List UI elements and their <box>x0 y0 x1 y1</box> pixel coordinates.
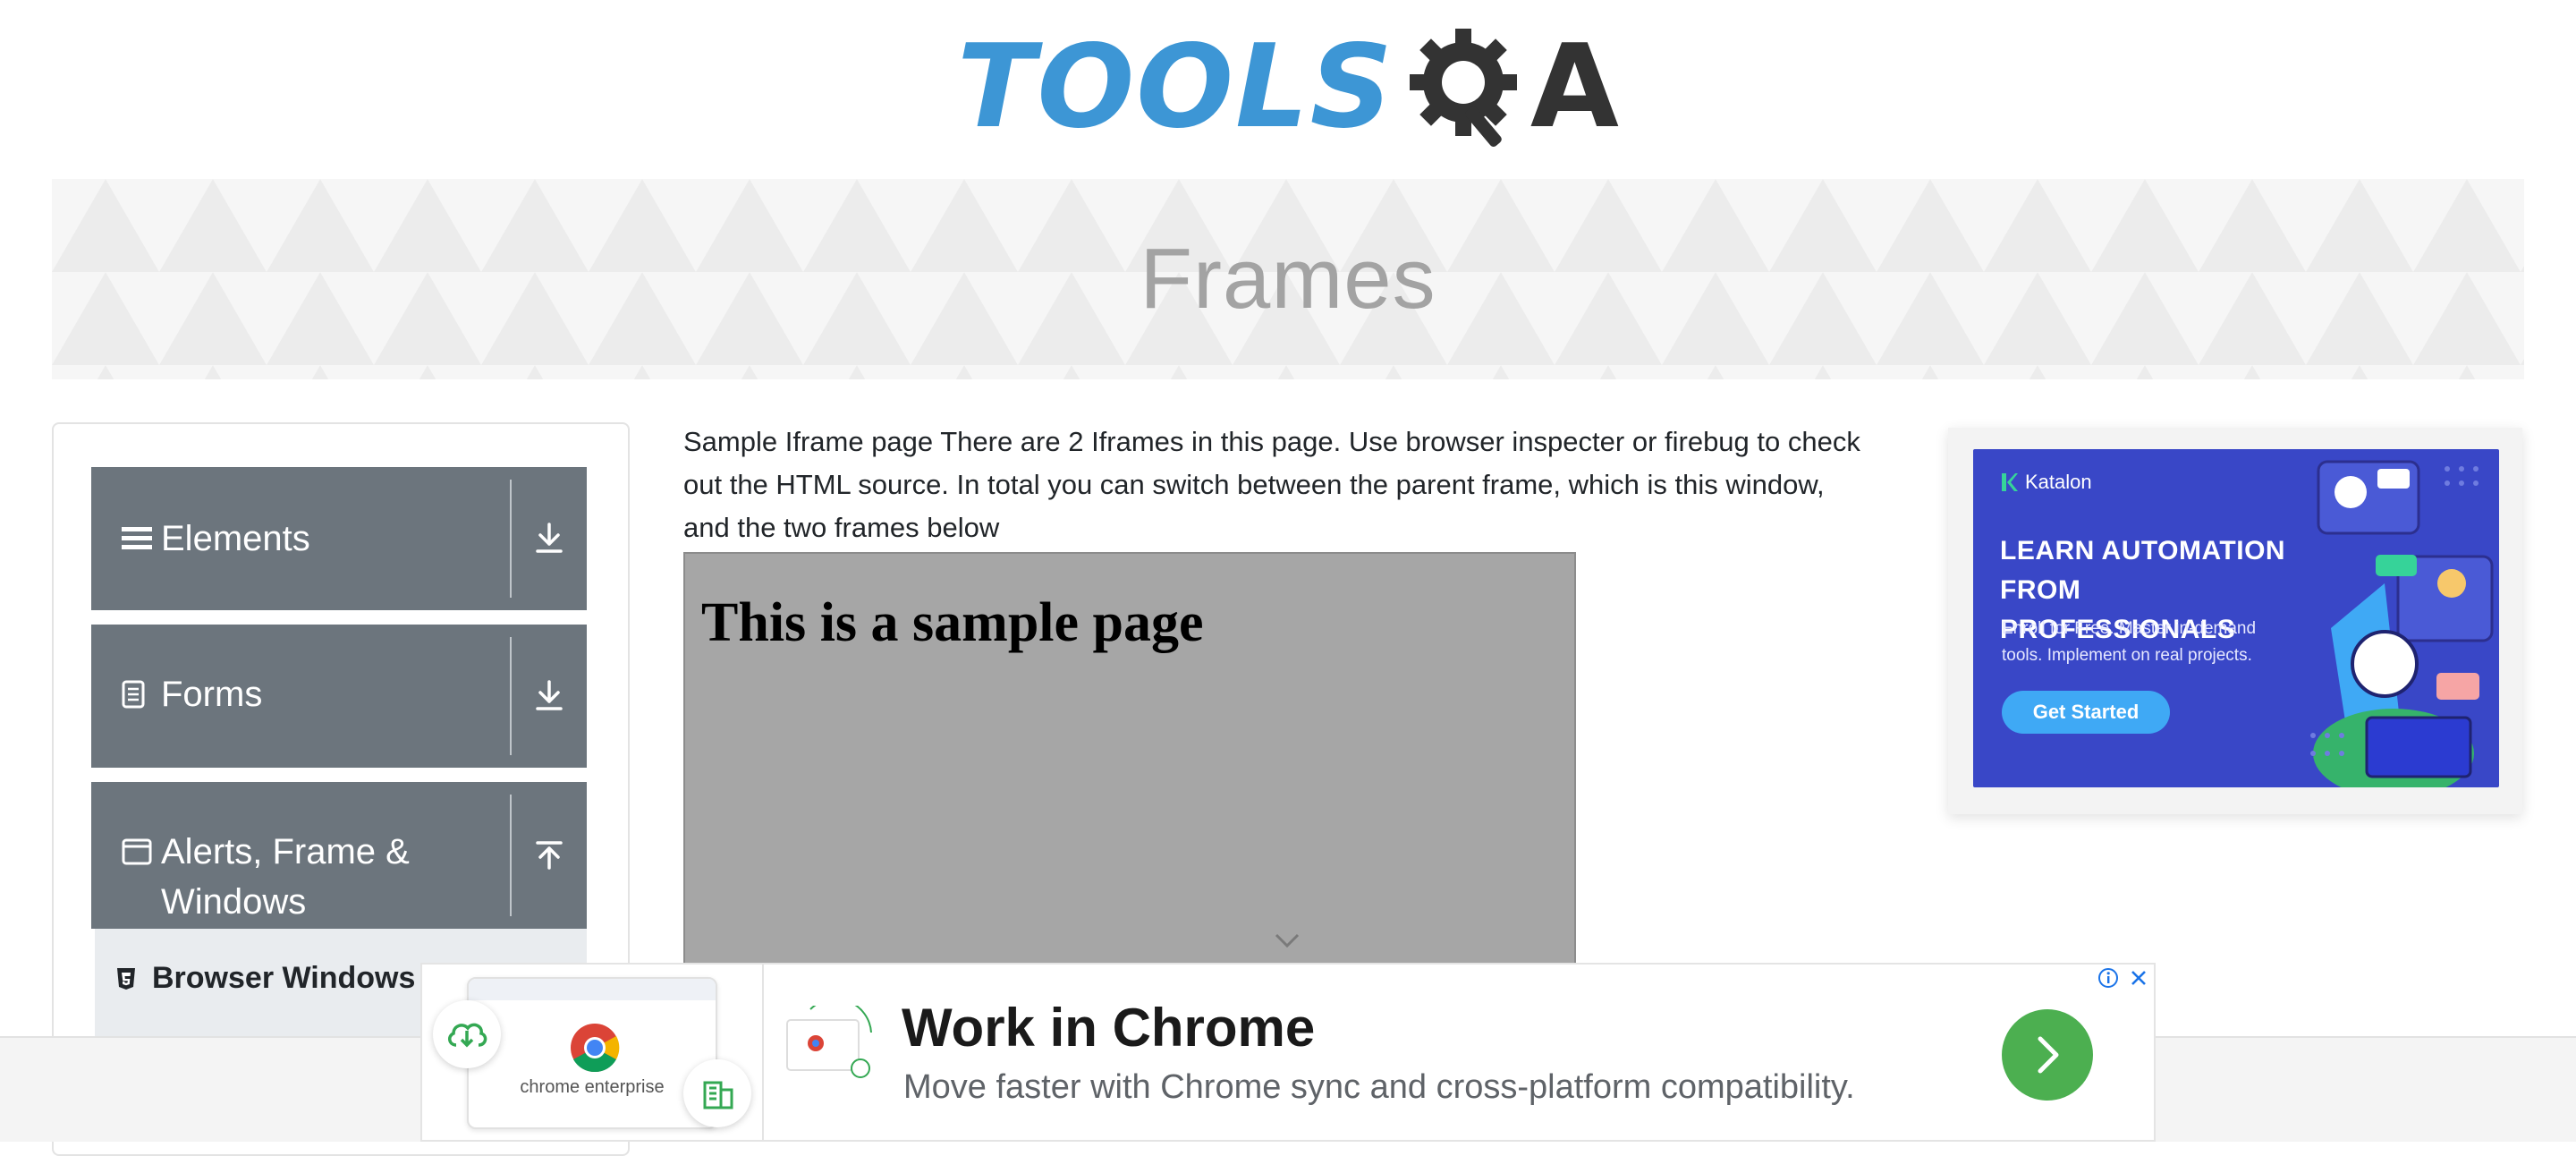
logo-suffix: A <box>1530 20 1619 154</box>
sidebar-group-forms[interactable]: Forms <box>91 625 587 768</box>
thumbnail-caption: chrome enterprise <box>520 1077 665 1097</box>
toolsqa-logo[interactable]: TOOLS A <box>957 21 1619 155</box>
sidebar-group-label: Alerts, Frame & Windows <box>161 832 410 922</box>
sidebar-group-elements[interactable]: Elements <box>91 467 587 610</box>
page-title: Frames <box>1140 231 1436 327</box>
katalon-ad[interactable]: Katalon LEARN AUTOMATION FROM PROFESSION… <box>1948 428 2522 814</box>
ad-subtext: Enroll for Free. Master in-demand tools.… <box>2002 619 2257 665</box>
ad-card[interactable]: Katalon LEARN AUTOMATION FROM PROFESSION… <box>1973 449 2499 787</box>
download-arrow-icon[interactable] <box>512 625 587 768</box>
chrome-window-thumbnail: chrome enterprise <box>467 977 717 1129</box>
document-icon <box>122 669 161 719</box>
ad-image-panel: chrome enterprise <box>422 965 764 1140</box>
sidebar-item-label: Browser Windows <box>152 961 416 995</box>
chrome-ad-banner[interactable]: chrome enterprise Work in Chrome Move fa… <box>420 963 2156 1142</box>
ad-description: Move faster with Chrome sync and cross-p… <box>903 1068 1855 1106</box>
ad-controls <box>2093 965 2154 991</box>
chrome-logo-icon <box>571 1024 620 1073</box>
sidebar-group-label: Forms <box>161 675 263 714</box>
ad-illustration <box>2310 460 2494 787</box>
page-banner: Frames <box>52 179 2524 379</box>
html5-icon <box>116 967 152 990</box>
chevron-right-icon <box>2038 1036 2059 1074</box>
building-icon <box>683 1059 751 1127</box>
ad-go-button[interactable] <box>2002 1009 2093 1101</box>
katalon-logo-icon <box>2002 473 2018 491</box>
iframe-frame1[interactable]: This is a sample page <box>683 552 1576 973</box>
gear-magnifier-icon <box>1409 28 1517 147</box>
hamburger-icon <box>122 514 161 564</box>
ad-brand: Katalon <box>2000 471 2092 494</box>
intro-text: Sample Iframe page There are 2 Iframes i… <box>683 426 1860 543</box>
frame-heading: This is a sample page <box>701 592 1204 653</box>
ad-title[interactable]: Work in Chrome <box>902 997 1315 1058</box>
ad-brand-label: Katalon <box>2025 471 2092 493</box>
browser-tab-bar <box>469 979 716 1000</box>
logo-text: TOOLS <box>957 20 1394 154</box>
sidebar-group-label: Elements <box>161 519 310 558</box>
sidebar-group-alerts-frame-windows[interactable]: Alerts, Frame & Windows <box>91 782 587 929</box>
adchoices-info-icon[interactable] <box>2093 965 2123 991</box>
close-icon[interactable] <box>2123 965 2154 991</box>
chevron-down-icon[interactable] <box>1274 931 1301 949</box>
header: TOOLS A <box>0 0 2576 174</box>
upload-arrow-icon[interactable] <box>512 782 587 929</box>
window-icon <box>122 827 161 877</box>
download-arrow-icon[interactable] <box>512 467 587 610</box>
chrome-mini-thumbnail <box>786 1006 872 1078</box>
cloud-download-icon <box>433 1000 501 1068</box>
get-started-button[interactable]: Get Started <box>2002 691 2170 734</box>
